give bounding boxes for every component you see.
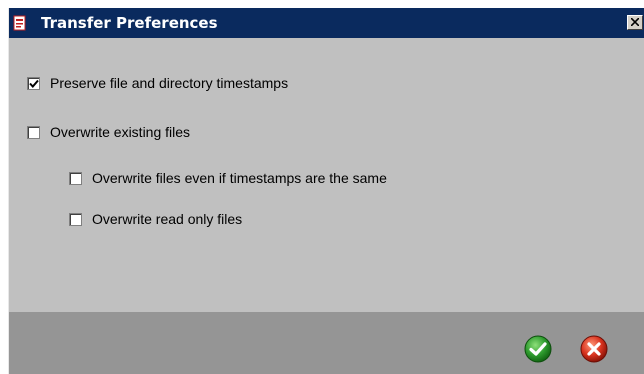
overwrite-existing-option[interactable]: Overwrite existing files	[27, 122, 190, 142]
overwrite-same-timestamps-label: Overwrite files even if timestamps are t…	[92, 170, 387, 186]
preserve-timestamps-label: Preserve file and directory timestamps	[50, 75, 289, 91]
transfer-preferences-dialog: Transfer Preferences Preserve file and d…	[8, 8, 644, 374]
overwrite-read-only-label: Overwrite read only files	[92, 211, 243, 227]
ok-button[interactable]	[523, 334, 553, 364]
preserve-timestamps-checkbox[interactable]	[27, 76, 40, 90]
overwrite-same-timestamps-checkbox[interactable]	[69, 171, 82, 185]
document-icon	[13, 15, 27, 31]
overwrite-same-timestamps-option[interactable]: Overwrite files even if timestamps are t…	[69, 168, 387, 188]
overwrite-existing-checkbox[interactable]	[27, 125, 40, 139]
window-title: Transfer Preferences	[41, 14, 218, 32]
options-panel: Preserve file and directory timestamps O…	[9, 38, 644, 312]
overwrite-read-only-option[interactable]: Overwrite read only files	[69, 209, 242, 229]
green-check-icon	[524, 335, 552, 363]
checkmark-icon	[29, 79, 39, 89]
preserve-timestamps-option[interactable]: Preserve file and directory timestamps	[27, 73, 288, 93]
cancel-button[interactable]	[579, 334, 609, 364]
overwrite-read-only-checkbox[interactable]	[69, 212, 82, 226]
title-bar[interactable]: Transfer Preferences	[9, 8, 644, 38]
close-icon	[631, 18, 639, 26]
red-x-icon	[580, 335, 608, 363]
close-button[interactable]	[627, 15, 643, 30]
overwrite-existing-label: Overwrite existing files	[50, 124, 191, 140]
